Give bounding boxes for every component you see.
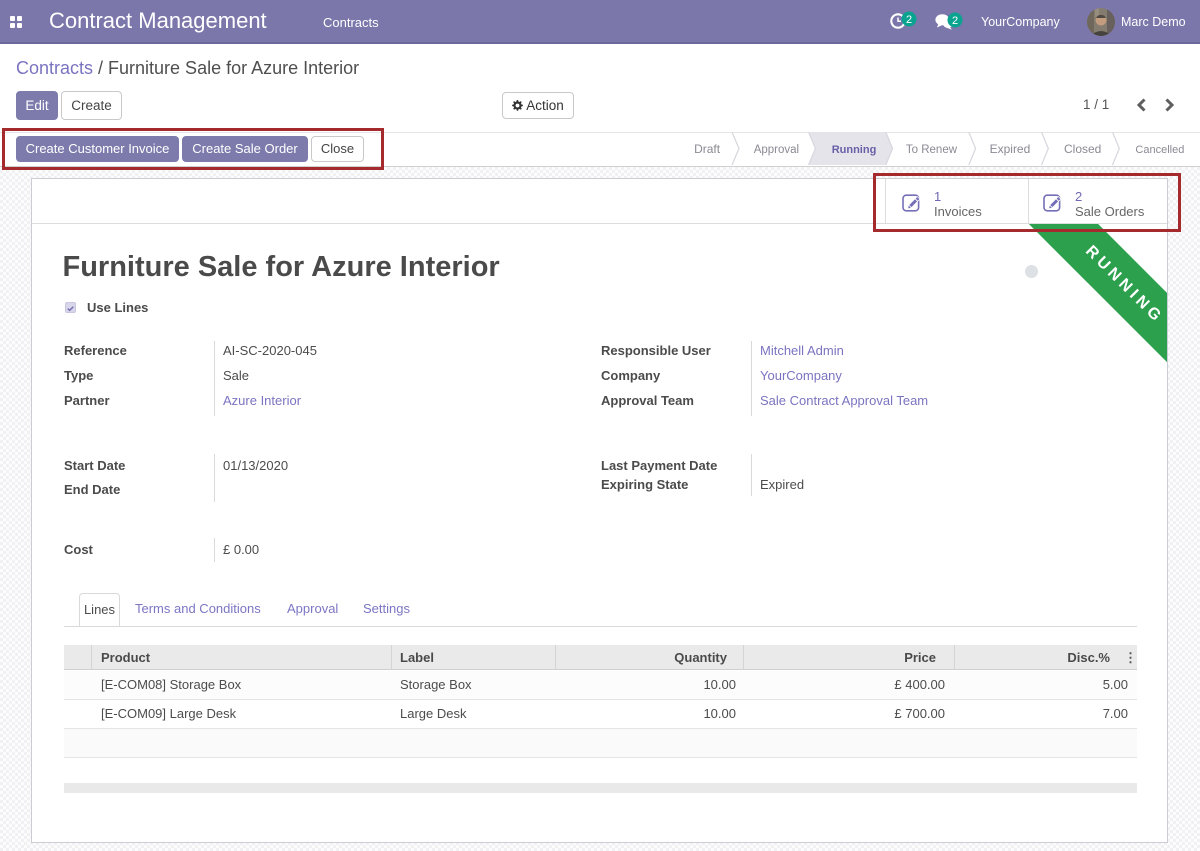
svg-text:2: 2 — [952, 15, 958, 27]
svg-text:Cancelled: Cancelled — [1135, 144, 1184, 156]
svg-text:Draft: Draft — [694, 142, 721, 156]
svg-text:To Renew: To Renew — [906, 144, 958, 156]
svg-text:Approval: Approval — [754, 144, 799, 156]
svg-text:Running: Running — [832, 144, 877, 156]
svg-text:Closed: Closed — [1064, 142, 1101, 156]
svg-text:Expired: Expired — [990, 142, 1031, 156]
svg-text:2: 2 — [906, 14, 912, 26]
